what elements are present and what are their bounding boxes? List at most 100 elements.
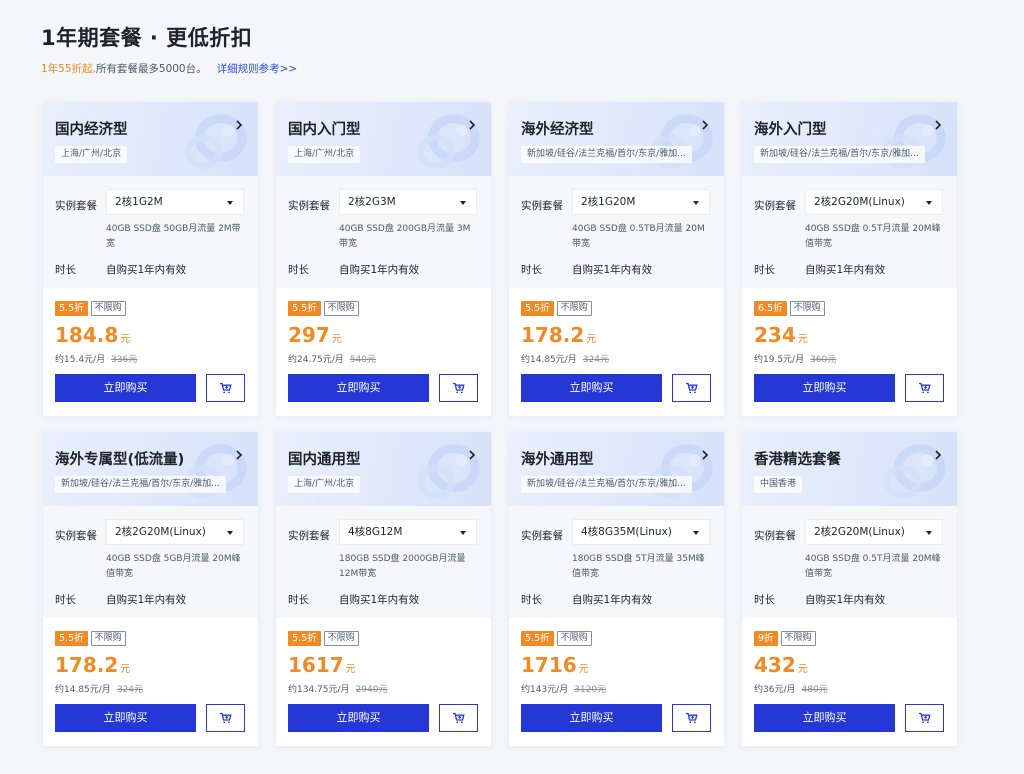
add-to-cart-button[interactable] [672, 704, 711, 732]
chevron-right-icon[interactable] [467, 449, 477, 461]
spec-label: 实例套餐 [288, 200, 330, 212]
no-limit-badge: 不限购 [780, 631, 816, 646]
card-price-area: 5.5折 不限购 1716 元 约143元/月 3120元 立即购买 [509, 618, 724, 746]
price-row: 234 元 [754, 323, 808, 347]
buy-now-button[interactable]: 立即购买 [754, 374, 895, 402]
add-to-cart-icon [919, 382, 931, 394]
chevron-right-icon[interactable] [234, 119, 244, 131]
original-price: 324元 [116, 685, 143, 695]
add-to-cart-icon [453, 712, 465, 724]
card-header[interactable]: 海外专属型(低流量) 新加坡/硅谷/法兰克福/首尔/东京/雅加... [43, 432, 258, 506]
no-limit-badge: 不限购 [789, 301, 825, 316]
card-price-area: 5.5折 不限购 1617 元 约134.75元/月 2940元 立即购买 [276, 618, 491, 746]
original-price: 480元 [801, 685, 828, 695]
spec-select[interactable]: 4核8G35M(Linux) [572, 519, 710, 545]
spec-select[interactable]: 2核2G3M [339, 189, 477, 215]
original-price: 324元 [582, 355, 609, 365]
card-price-area: 9折 不限购 432 元 约36元/月 480元 立即购买 [742, 618, 957, 746]
card-header[interactable]: 香港精选套餐 中国香港 [742, 432, 957, 506]
spec-select[interactable]: 2核2G20M(Linux) [805, 189, 943, 215]
add-to-cart-button[interactable] [206, 374, 245, 402]
card-header[interactable]: 国内入门型 上海/广州/北京 [276, 102, 491, 176]
original-price: 336元 [111, 355, 138, 365]
card-spec-area: 实例套餐 4核8G12M 180GB SSD盘 2000GB月流量 12M带宽 … [276, 506, 491, 618]
card-price-area: 6.5折 不限购 234 元 约19.5元/月 360元 立即购买 [742, 288, 957, 416]
chevron-right-icon[interactable] [933, 449, 943, 461]
package-card: 国内入门型 上海/广州/北京 实例套餐 2核2G3M 40GB SSD盘 200… [276, 102, 491, 416]
price-value: 178.2 [521, 323, 585, 347]
duration-label: 时长 [288, 594, 309, 606]
add-to-cart-icon [453, 382, 465, 394]
package-card: 海外入门型 新加坡/硅谷/法兰克福/首尔/东京/雅加... 实例套餐 2核2G2… [742, 102, 957, 416]
chevron-right-icon[interactable] [700, 119, 710, 131]
spec-select[interactable]: 2核1G2M [106, 189, 244, 215]
add-to-cart-button[interactable] [672, 374, 711, 402]
add-to-cart-button[interactable] [905, 704, 944, 732]
buy-now-button[interactable]: 立即购买 [754, 704, 895, 732]
price-value: 432 [754, 653, 796, 677]
price-row: 297 元 [288, 323, 342, 347]
monthly-price: 约143元/月 3120元 [521, 682, 606, 695]
buy-now-button[interactable]: 立即购买 [288, 374, 429, 402]
spec-select[interactable]: 2核2G20M(Linux) [106, 519, 244, 545]
add-to-cart-button[interactable] [206, 704, 245, 732]
chevron-right-icon[interactable] [700, 449, 710, 461]
card-header[interactable]: 国内经济型 上海/广州/北京 [43, 102, 258, 176]
spec-detail: 40GB SSD盘 5GB月流量 20M峰值带宽 [106, 554, 241, 579]
caret-down-icon [227, 201, 233, 205]
chevron-right-icon[interactable] [933, 119, 943, 131]
add-to-cart-button[interactable] [905, 374, 944, 402]
package-card: 海外通用型 新加坡/硅谷/法兰克福/首尔/东京/雅加... 实例套餐 4核8G3… [509, 432, 724, 746]
price-row: 184.8 元 [55, 323, 130, 347]
caret-down-icon [693, 201, 699, 205]
badges: 5.5折 不限购 [55, 301, 126, 316]
spec-select[interactable]: 2核1G20M [572, 189, 710, 215]
chevron-right-icon[interactable] [467, 119, 477, 131]
spec-label: 实例套餐 [55, 530, 97, 542]
monthly-price: 约24.75元/月 540元 [288, 352, 376, 365]
card-spec-area: 实例套餐 2核2G20M(Linux) 40GB SSD盘 5GB月流量 20M… [43, 506, 258, 618]
spec-detail: 40GB SSD盘 0.5T月流量 20M峰值带宽 [805, 224, 941, 249]
add-to-cart-button[interactable] [439, 704, 478, 732]
duration-label: 时长 [754, 594, 775, 606]
no-limit-badge: 不限购 [323, 631, 359, 646]
monthly-price-text: 约14.85元/月 [55, 685, 111, 695]
price-unit: 元 [331, 334, 342, 345]
card-header[interactable]: 国内通用型 上海/广州/北京 [276, 432, 491, 506]
duration-value: 自购买1年内有效 [805, 594, 886, 606]
spec-detail: 180GB SSD盘 5T月流量 35M峰值带宽 [572, 554, 705, 579]
card-price-area: 5.5折 不限购 297 元 约24.75元/月 540元 立即购买 [276, 288, 491, 416]
card-header[interactable]: 海外通用型 新加坡/硅谷/法兰克福/首尔/东京/雅加... [509, 432, 724, 506]
monthly-price-text: 约15.4元/月 [55, 355, 106, 365]
chevron-right-icon[interactable] [234, 449, 244, 461]
duration-value: 自购买1年内有效 [106, 594, 187, 606]
card-header[interactable]: 海外入门型 新加坡/硅谷/法兰克福/首尔/东京/雅加... [742, 102, 957, 176]
package-card: 香港精选套餐 中国香港 实例套餐 2核2G20M(Linux) 40GB SSD… [742, 432, 957, 746]
buy-now-button[interactable]: 立即购买 [288, 704, 429, 732]
caret-down-icon [926, 201, 932, 205]
add-to-cart-button[interactable] [439, 374, 478, 402]
spec-select[interactable]: 2核2G20M(Linux) [805, 519, 943, 545]
spec-select[interactable]: 4核8G12M [339, 519, 477, 545]
duration-value: 自购买1年内有效 [805, 264, 886, 276]
monthly-price: 约134.75元/月 2940元 [288, 682, 387, 695]
subtitle-text: 所有套餐最多5000台。 [95, 63, 207, 75]
card-title: 海外专属型(低流量) [55, 452, 185, 468]
buy-now-button[interactable]: 立即购买 [55, 374, 196, 402]
card-spec-area: 实例套餐 4核8G35M(Linux) 180GB SSD盘 5T月流量 35M… [509, 506, 724, 618]
buy-now-button[interactable]: 立即购买 [55, 704, 196, 732]
rules-link[interactable]: 详细规则参考>> [217, 63, 298, 75]
card-header[interactable]: 海外经济型 新加坡/硅谷/法兰克福/首尔/东京/雅加... [509, 102, 724, 176]
page-title: 1年期套餐 · 更低折扣 [41, 26, 253, 50]
badges: 9折 不限购 [754, 631, 816, 646]
buy-now-button[interactable]: 立即购买 [521, 374, 662, 402]
buy-now-button[interactable]: 立即购买 [521, 704, 662, 732]
spec-select-value: 2核2G20M(Linux) [814, 526, 905, 538]
monthly-price: 约14.85元/月 324元 [521, 352, 609, 365]
monthly-price: 约19.5元/月 360元 [754, 352, 836, 365]
price-unit: 元 [797, 334, 808, 345]
card-spec-area: 实例套餐 2核2G20M(Linux) 40GB SSD盘 0.5T月流量 20… [742, 506, 957, 618]
original-price: 2940元 [355, 685, 388, 695]
duration-label: 时长 [521, 594, 542, 606]
region-tag: 新加坡/硅谷/法兰克福/首尔/东京/雅加... [55, 476, 226, 493]
